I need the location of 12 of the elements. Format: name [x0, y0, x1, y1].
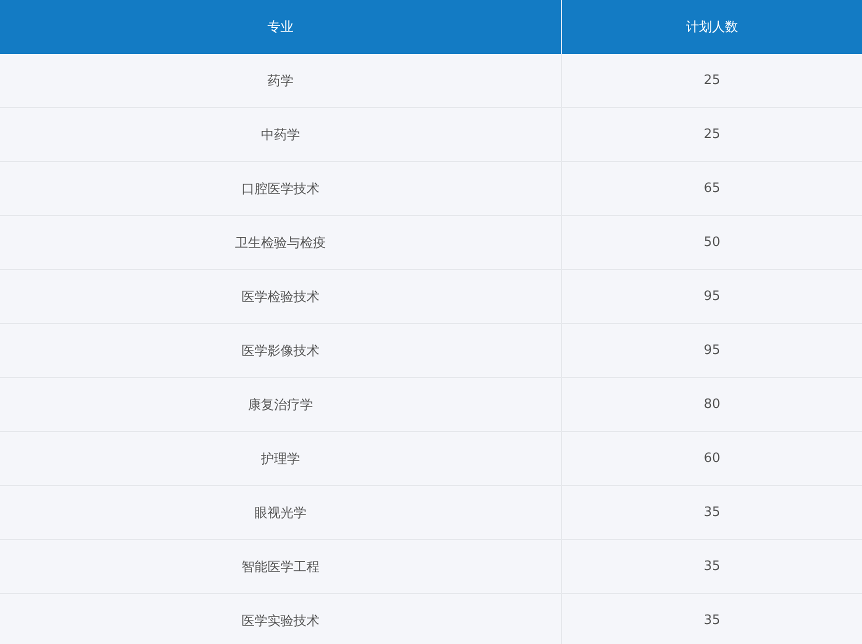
table-cell: 25 [561, 108, 862, 162]
table-cell: 50 [561, 216, 862, 270]
table-cell: 80 [561, 378, 862, 432]
column-header: 计划人数 [561, 0, 862, 54]
table-cell: 60 [561, 432, 862, 486]
table-cell: 95 [561, 324, 862, 378]
table-cell: 35 [561, 486, 862, 540]
table-cell: 65 [561, 162, 862, 216]
table-cell: 35 [561, 540, 862, 594]
table-cell: 25 [561, 54, 862, 108]
column-header: 专业 [0, 0, 561, 54]
table-cell: 95 [561, 270, 862, 324]
